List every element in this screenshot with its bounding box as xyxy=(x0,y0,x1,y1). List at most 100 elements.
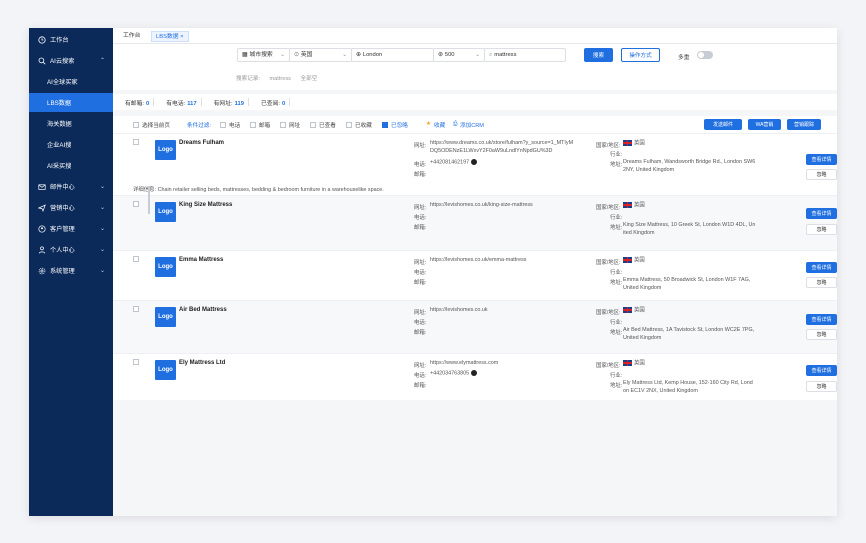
select-page-checkbox[interactable] xyxy=(133,122,139,128)
row-checkbox[interactable] xyxy=(133,201,139,207)
mail-icon xyxy=(37,182,46,191)
company-name[interactable]: King Size Mattress xyxy=(179,202,232,208)
sidebar-item-ai-global-buyers[interactable]: AI全球买家 xyxy=(29,72,113,91)
sidebar-item-label: 企业AI搜 xyxy=(47,142,72,149)
chevron-up-icon: ⌃ xyxy=(99,58,105,64)
company-region: 英国 xyxy=(623,257,645,265)
ignore-button[interactable]: 忽略 xyxy=(806,329,837,340)
filter-viewed-checkbox[interactable] xyxy=(310,122,316,128)
company-website[interactable]: https://www.elymattress.com xyxy=(430,360,498,368)
divider xyxy=(248,98,249,106)
filter-collected-label: 已收藏 xyxy=(355,123,372,129)
chevron-down-icon: ⌄ xyxy=(99,205,105,211)
filter-label: 条件过滤: xyxy=(187,123,211,129)
ignore-button[interactable]: 忽略 xyxy=(806,224,837,235)
sidebar-item-personal-center[interactable]: 个人中心 ⌄ xyxy=(29,240,113,259)
whatsapp-icon[interactable] xyxy=(471,159,478,165)
filter-ignored-checkbox[interactable] xyxy=(382,122,388,128)
company-name[interactable]: Air Bed Mattress xyxy=(179,307,227,313)
sidebar-item-label: 邮件中心 xyxy=(50,184,75,191)
company-website[interactable]: https://www.dreams.co.uk/store/fulham?y_… xyxy=(430,140,573,155)
ignore-button[interactable]: 忽略 xyxy=(806,169,837,180)
main-content: 工作台 LBS数据 × ▦ 城市搜索 ⌄ ⊙ 英国 ⌄ ⊕ London ⊛ 5… xyxy=(113,28,837,516)
radius-select[interactable]: ⊛ 500 ⌄ xyxy=(433,48,485,62)
view-detail-button[interactable]: 查看详情 xyxy=(806,365,837,376)
sidebar-item-system-management[interactable]: 系统管理 ⌄ xyxy=(29,261,113,280)
clock-icon xyxy=(37,35,46,44)
sidebar-item-label: LBS数据 xyxy=(47,100,72,107)
tab-workbench[interactable]: 工作台 xyxy=(119,31,144,42)
sidebar-item-mail-center[interactable]: 邮件中心 ⌄ xyxy=(29,177,113,196)
globe-icon: ⊕ xyxy=(356,52,361,58)
sidebar-item-marketing-center[interactable]: 营销中心 ⌄ xyxy=(29,198,113,217)
sidebar-item-workbench[interactable]: 工作台 xyxy=(29,30,113,49)
send-email-button[interactable]: 发送邮件 xyxy=(704,119,742,130)
filter-bar: 选择当前页 条件过滤: 电话 邮箱 网址 已查看 已收藏 已忽略 ★ 收藏 ⎙ … xyxy=(113,116,837,133)
favorite-button[interactable]: 收藏 xyxy=(434,121,445,129)
search-button[interactable]: 搜索 xyxy=(584,48,613,62)
filter-website-checkbox[interactable] xyxy=(280,122,286,128)
whatsapp-icon[interactable] xyxy=(471,370,478,376)
help-button[interactable]: 操作方式 xyxy=(621,48,660,62)
company-logo: Logo xyxy=(155,360,176,380)
location-pin-icon: ⊙ xyxy=(294,52,299,58)
row-checkbox[interactable] xyxy=(133,306,139,312)
send-icon xyxy=(37,203,46,212)
sidebar-item-customs-data[interactable]: 海关数据 xyxy=(29,114,113,133)
filter-phone-checkbox[interactable] xyxy=(220,122,226,128)
sidebar-item-lbs-data[interactable]: LBS数据 xyxy=(29,93,113,112)
country-select[interactable]: ⊙ 英国 ⌄ xyxy=(289,48,352,62)
search-icon xyxy=(37,56,46,65)
sidebar-item-customer-management[interactable]: 客户管理 ⌄ xyxy=(29,219,113,238)
view-detail-button[interactable]: 查看详情 xyxy=(806,314,837,325)
company-logo: Logo xyxy=(155,307,176,327)
filter-collected-checkbox[interactable] xyxy=(346,122,352,128)
scrollbar[interactable] xyxy=(148,186,150,214)
sidebar-item-label: 个人中心 xyxy=(50,247,75,254)
company-phone: +442034763805 xyxy=(430,370,478,378)
view-detail-button[interactable]: 查看详情 xyxy=(806,262,837,273)
history-clear[interactable]: 全部空 xyxy=(301,76,318,82)
view-detail-button[interactable]: 查看详情 xyxy=(806,154,837,165)
company-name[interactable]: Dreams Fulham xyxy=(179,140,224,146)
company-logo: Logo xyxy=(155,202,176,222)
sidebar-item-ai-purchase[interactable]: AI采买搜 xyxy=(29,156,113,175)
app-window: 工作台 AI云搜索 ⌃ AI全球买家 LBS数据 海关数据 企业AI搜 AI采买… xyxy=(29,28,837,516)
city-input[interactable]: ⊕ London xyxy=(351,48,434,62)
row-checkbox[interactable] xyxy=(133,139,139,145)
add-crm-button[interactable]: 添加CRM xyxy=(460,121,484,129)
marketing-track-button[interactable]: 营销跟踪 xyxy=(787,119,821,130)
history-item[interactable]: mattress xyxy=(270,76,291,82)
stat-phone: 有电话: 117 xyxy=(166,100,197,107)
company-website[interactable]: https://levishomes.co.uk/emma-mattress xyxy=(430,257,526,265)
search-mode-select[interactable]: ▦ 城市搜索 ⌄ xyxy=(237,48,290,62)
search-panel: ▦ 城市搜索 ⌄ ⊙ 英国 ⌄ ⊕ London ⊛ 500 ⌄ ⌕ mattr… xyxy=(113,44,837,90)
chevron-down-icon: ⌄ xyxy=(99,184,105,190)
ignore-button[interactable]: 忽略 xyxy=(806,277,837,288)
company-address: Air Bed Mattress, 1A Tavistock St, Londo… xyxy=(623,327,755,341)
ignore-button[interactable]: 忽略 xyxy=(806,381,837,392)
company-region: 英国 xyxy=(623,360,645,368)
stat-website: 有网址: 119 xyxy=(213,100,244,107)
multi-toggle[interactable] xyxy=(697,51,713,59)
list-item: Logo Ely Mattress Ltd 网址: https://www.el… xyxy=(113,353,837,400)
filter-email-checkbox[interactable] xyxy=(250,122,256,128)
sidebar-item-ai-search[interactable]: AI云搜索 ⌃ xyxy=(29,51,113,70)
crm-icon: ⎙ xyxy=(453,121,458,127)
star-icon: ★ xyxy=(426,121,432,127)
tab-lbs-data[interactable]: LBS数据 × xyxy=(151,31,189,42)
company-name[interactable]: Ely Mattress Ltd xyxy=(179,360,225,366)
view-detail-button[interactable]: 查看详情 xyxy=(806,208,837,219)
list-item: Logo King Size Mattress 网址: https://levi… xyxy=(113,195,837,250)
stat-viewed: 已查阅: 0 xyxy=(261,100,286,107)
company-website[interactable]: https://levishomes.co.uk xyxy=(430,307,488,315)
row-checkbox[interactable] xyxy=(133,256,139,262)
row-checkbox[interactable] xyxy=(133,359,139,365)
keyword-input[interactable]: ⌕ mattress xyxy=(484,48,566,62)
settings-icon xyxy=(37,266,46,275)
company-website[interactable]: https://levishomes.co.uk/king-size-mattr… xyxy=(430,202,533,210)
sidebar-item-enterprise-ai[interactable]: 企业AI搜 xyxy=(29,135,113,154)
company-name[interactable]: Emma Mattress xyxy=(179,257,223,263)
wa-marketing-button[interactable]: WA营销 xyxy=(748,119,781,130)
company-address: King Size Mattress, 10 Greek St, London … xyxy=(623,222,756,236)
